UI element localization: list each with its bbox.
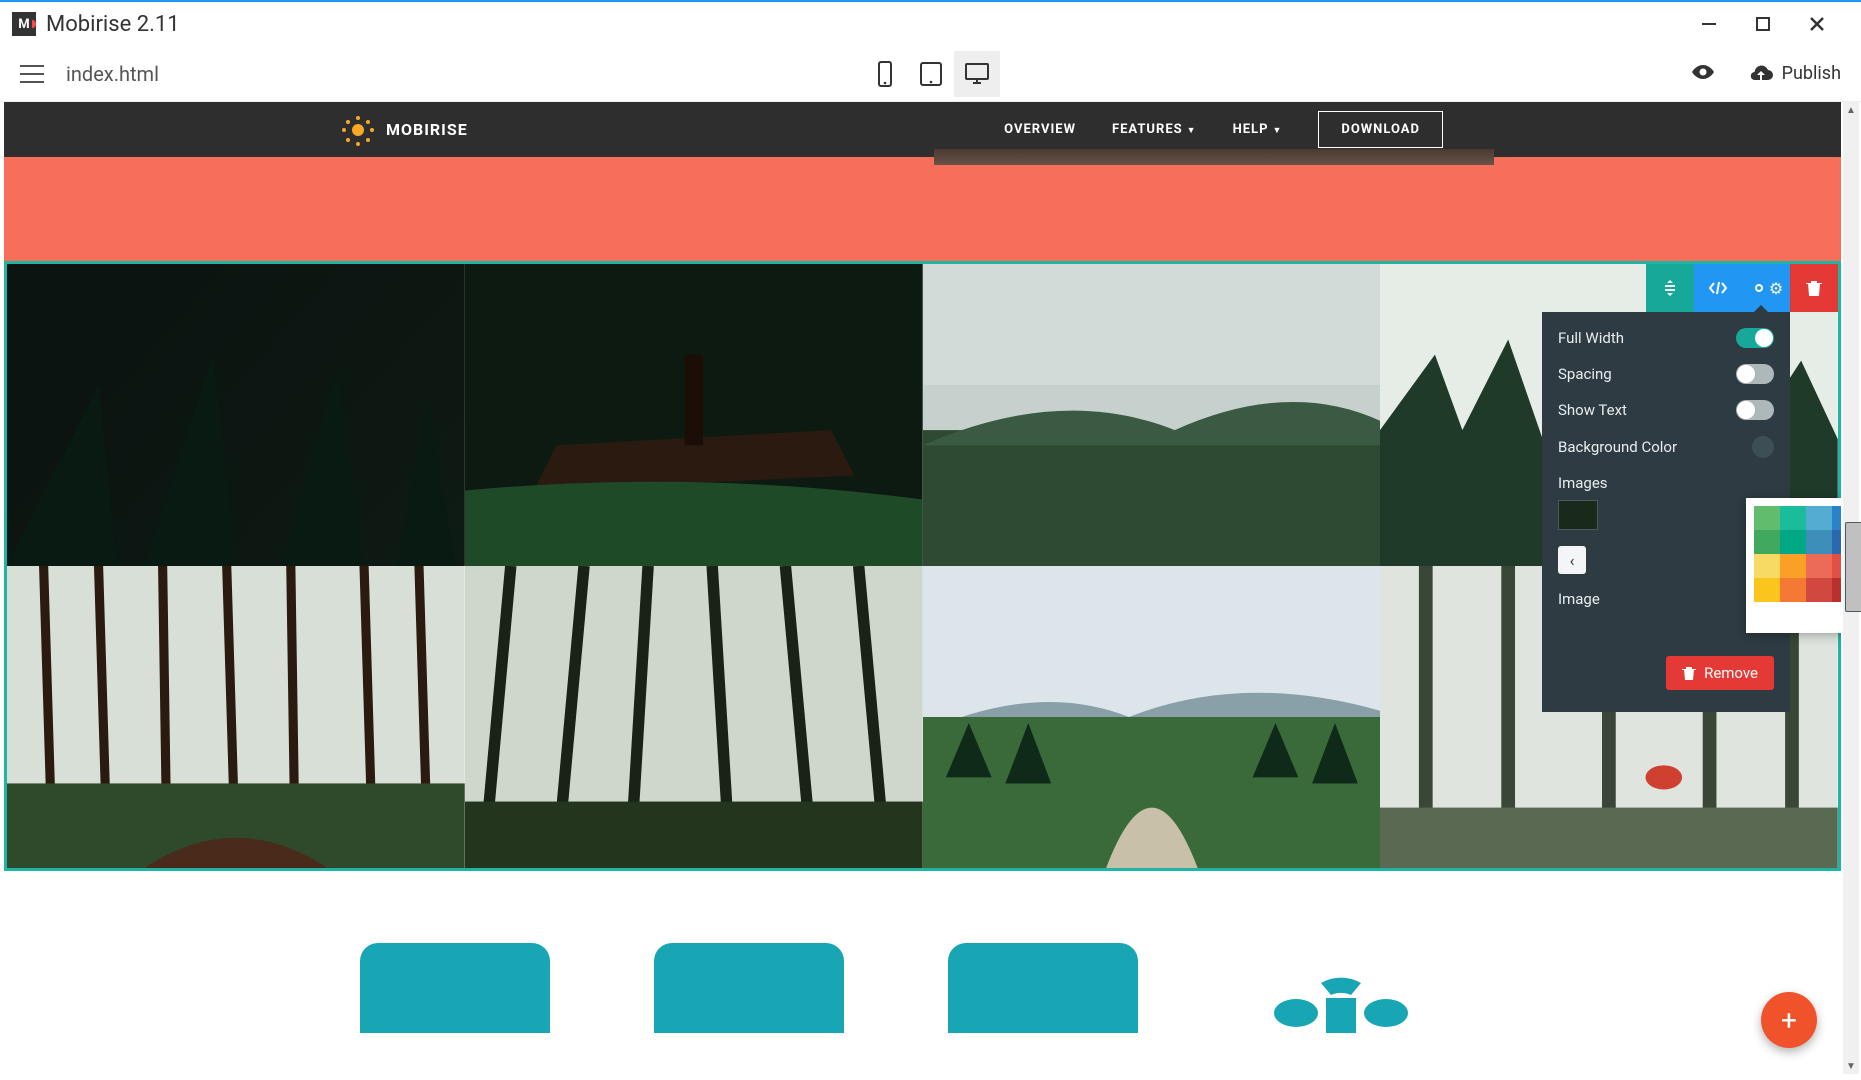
images-thumbnails <box>1558 500 1774 530</box>
bg-color-swatch-button[interactable] <box>1752 436 1774 458</box>
color-swatch[interactable] <box>1832 530 1841 554</box>
toggle-full-width[interactable] <box>1736 328 1774 348</box>
brand-text[interactable]: MOBIRISE <box>386 120 468 139</box>
color-swatch[interactable] <box>1832 554 1841 578</box>
scrollbar-thumb[interactable] <box>1845 522 1861 612</box>
gallery-tile[interactable] <box>7 566 465 868</box>
cloud-upload-icon <box>1748 64 1774 84</box>
images-pager: ‹ <box>1558 546 1774 574</box>
color-swatch[interactable] <box>1832 578 1841 602</box>
scrollbar-up-button[interactable]: ▲ <box>1843 102 1859 118</box>
window-maximize-button[interactable] <box>1751 12 1775 36</box>
pager-prev-button[interactable]: ‹ <box>1558 546 1586 574</box>
feature-icon <box>948 943 1138 1033</box>
gallery-tile[interactable] <box>465 566 923 868</box>
setting-full-width-label: Full Width <box>1558 329 1624 347</box>
color-swatch[interactable] <box>1780 578 1806 602</box>
color-swatch[interactable] <box>1754 530 1780 554</box>
block-code-button[interactable] <box>1694 264 1742 312</box>
color-swatch[interactable] <box>1806 506 1832 530</box>
publish-label: Publish <box>1782 63 1841 84</box>
toggle-spacing[interactable] <box>1736 364 1774 384</box>
color-swatch[interactable] <box>1754 578 1780 602</box>
gallery-block[interactable]: ⚙ Full Width Spacing Show Text Backgroun… <box>4 261 1841 871</box>
image-thumbnail[interactable] <box>1558 500 1598 530</box>
nav-help[interactable]: HELP▼ <box>1233 122 1283 137</box>
color-more-link[interactable]: More > <box>1754 608 1841 623</box>
color-swatch[interactable] <box>1806 554 1832 578</box>
color-swatch[interactable] <box>1806 578 1832 602</box>
color-swatches-grid <box>1754 506 1841 602</box>
gallery-tile[interactable] <box>923 566 1381 868</box>
color-swatch[interactable] <box>1780 554 1806 578</box>
menu-button[interactable] <box>20 65 44 83</box>
block-delete-button[interactable] <box>1790 264 1838 312</box>
publish-button[interactable]: Publish <box>1748 63 1841 84</box>
gallery-tile[interactable] <box>923 264 1381 566</box>
color-swatch[interactable] <box>1832 506 1841 530</box>
setting-image-label: Image <box>1558 590 1774 608</box>
block-action-toolbar: ⚙ <box>1646 264 1838 312</box>
nav-features[interactable]: FEATURES▼ <box>1112 122 1197 137</box>
setting-show-text-label: Show Text <box>1558 401 1627 419</box>
color-swatch[interactable] <box>1780 530 1806 554</box>
sun-icon <box>344 116 372 144</box>
scrollbar-down-button[interactable]: ▼ <box>1843 1058 1859 1074</box>
setting-spacing-label: Spacing <box>1558 365 1612 383</box>
block-move-button[interactable] <box>1646 264 1694 312</box>
nav-download-button[interactable]: DOWNLOAD <box>1318 111 1443 148</box>
remove-image-button[interactable]: Remove <box>1666 656 1774 690</box>
feature-icon <box>654 943 844 1033</box>
filename-label: index.html <box>66 62 159 86</box>
device-mobile-button[interactable] <box>862 51 908 97</box>
editor-toolbar: index.html Publish <box>0 46 1861 102</box>
preview-navbar: MOBIRISE OVERVIEW FEATURES▼ HELP▼ DOWNLO… <box>4 102 1841 157</box>
add-block-fab[interactable]: + <box>1761 992 1817 1048</box>
trash-icon <box>1682 665 1696 681</box>
block-settings-panel: Full Width Spacing Show Text Background … <box>1542 312 1790 712</box>
nav-overview[interactable]: OVERVIEW <box>1004 122 1076 137</box>
color-swatch[interactable] <box>1754 554 1780 578</box>
vertical-scrollbar[interactable]: ▲ ▼ <box>1843 102 1859 1074</box>
toggle-show-text[interactable] <box>1736 400 1774 420</box>
app-title: Mobirise 2.11 <box>46 12 180 37</box>
color-swatch[interactable] <box>1754 506 1780 530</box>
feature-icon <box>1266 943 1416 1033</box>
window-close-button[interactable] <box>1805 12 1829 36</box>
color-swatch[interactable] <box>1780 506 1806 530</box>
gallery-tile[interactable] <box>7 264 465 566</box>
app-icon: M <box>12 12 36 36</box>
device-tablet-button[interactable] <box>908 51 954 97</box>
hero-image-slice <box>934 149 1494 165</box>
preview-button[interactable] <box>1690 63 1716 85</box>
color-picker-popover: #553982 More > <box>1746 498 1841 633</box>
color-swatch[interactable] <box>1806 530 1832 554</box>
setting-images-label: Images <box>1558 474 1774 492</box>
window-minimize-button[interactable] <box>1697 12 1721 36</box>
device-desktop-button[interactable] <box>954 51 1000 97</box>
hero-band <box>4 157 1841 261</box>
features-icons-row <box>4 903 1841 1033</box>
gallery-tile[interactable] <box>465 264 923 566</box>
window-titlebar: M Mobirise 2.11 <box>0 0 1861 46</box>
canvas: MOBIRISE OVERVIEW FEATURES▼ HELP▼ DOWNLO… <box>4 102 1841 1074</box>
feature-icon <box>360 943 550 1033</box>
setting-bg-color-label: Background Color <box>1558 438 1677 456</box>
